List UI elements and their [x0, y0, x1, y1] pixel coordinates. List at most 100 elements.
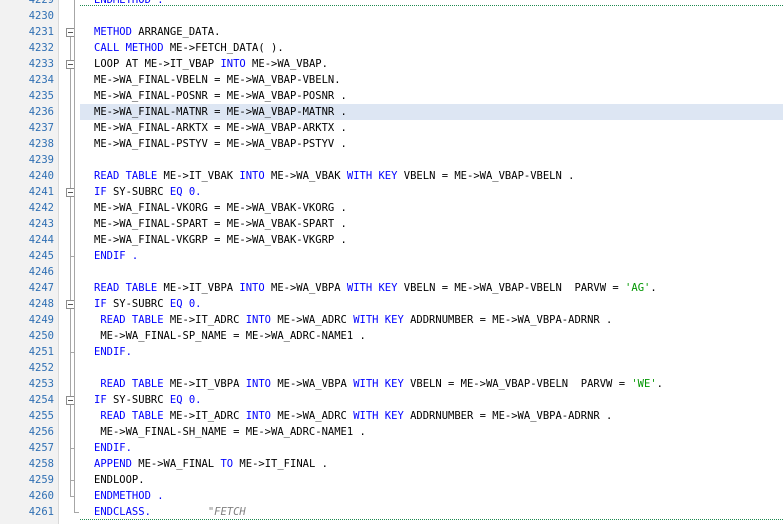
- code-token: ME->IT_VBAP: [144, 58, 221, 70]
- code-line[interactable]: 4251 ENDIF.: [0, 344, 783, 360]
- code-line[interactable]: 4259 ENDLOOP.: [0, 472, 783, 488]
- line-number: 4246: [28, 266, 54, 278]
- line-number: 4244: [28, 234, 54, 246]
- fold-guide-line: [70, 197, 71, 256]
- method-separator: [80, 5, 783, 6]
- line-number: 4229: [28, 0, 54, 6]
- line-number: 4238: [28, 138, 54, 150]
- code-token: ME->WA_FINAL-MATNR = ME->WA_VBAP-MATNR .: [94, 106, 347, 118]
- code-line[interactable]: 4232 CALL METHOD ME->FETCH_DATA( ).: [0, 40, 783, 56]
- code-token: ME->WA_ADRC: [277, 314, 354, 326]
- code-text: ENDMETHOD .: [94, 0, 164, 6]
- code-token: ENDLOOP.: [94, 474, 145, 486]
- line-number: 4235: [28, 90, 54, 102]
- line-number: 4252: [28, 362, 54, 374]
- line-number: 4232: [28, 42, 54, 54]
- code-token: ME->FETCH_DATA( ).: [169, 42, 284, 54]
- code-token: LOOP AT: [94, 58, 145, 70]
- keyword-token: READ TABLE: [94, 410, 170, 422]
- code-text: ME->WA_FINAL-POSNR = ME->WA_VBAP-POSNR .: [94, 88, 347, 104]
- code-line[interactable]: 4250 ME->WA_FINAL-SP_NAME = ME->WA_ADRC-…: [0, 328, 783, 344]
- keyword-token: READ TABLE: [94, 282, 164, 294]
- code-text: ENDCLASS. "FETCH: [94, 504, 246, 520]
- line-number: 4259: [28, 474, 54, 486]
- code-text: IF SY-SUBRC EQ 0.: [94, 392, 201, 408]
- code-token: ME->IT_ADRC: [169, 314, 246, 326]
- code-line[interactable]: 4235 ME->WA_FINAL-POSNR = ME->WA_VBAP-POS…: [0, 88, 783, 104]
- line-number: 4251: [28, 346, 54, 358]
- code-token: ME->IT_VBPA: [169, 378, 246, 390]
- keyword-token: ENDIF .: [94, 250, 139, 262]
- code-line[interactable]: 4254 IF SY-SUBRC EQ 0.: [0, 392, 783, 408]
- comment-token: "FETCH: [207, 506, 246, 518]
- code-token: .: [650, 282, 657, 294]
- code-line[interactable]: 4239: [0, 152, 783, 168]
- code-text: ME->WA_FINAL-ARKTX = ME->WA_VBAP-ARKTX .: [94, 120, 347, 136]
- code-editor[interactable]: 4229 ENDMETHOD . 4230 4231 METHOD ARRANGE_DA…: [0, 0, 783, 524]
- code-line[interactable]: 4238 ME->WA_FINAL-PSTYV = ME->WA_VBAP-PST…: [0, 136, 783, 152]
- keyword-token: EQ 0.: [169, 186, 202, 198]
- code-line[interactable]: 4243 ME->WA_FINAL-SPART = ME->WA_VBAK-SPA…: [0, 216, 783, 232]
- code-line[interactable]: 4245 ENDIF .: [0, 248, 783, 264]
- code-line[interactable]: 4249 READ TABLE ME->IT_ADRC INTO ME->WA_…: [0, 312, 783, 328]
- code-line[interactable]: 4242 ME->WA_FINAL-VKORG = ME->WA_VBAK-VKO…: [0, 200, 783, 216]
- keyword-token: ENDCLASS.: [94, 506, 151, 518]
- keyword-token: WITH KEY: [346, 282, 404, 294]
- code-line[interactable]: 4252: [0, 360, 783, 376]
- code-line[interactable]: 4247 READ TABLE ME->IT_VBPA INTO ME->WA_V…: [0, 280, 783, 296]
- code-text: READ TABLE ME->IT_VBPA INTO ME->WA_VBPA …: [94, 280, 657, 296]
- line-number: 4231: [28, 26, 54, 38]
- code-token: SY-SUBRC: [112, 186, 170, 198]
- code-line[interactable]: 4258 APPEND ME->WA_FINAL TO ME->IT_FINAL …: [0, 456, 783, 472]
- code-text: ENDLOOP.: [94, 472, 145, 488]
- code-line[interactable]: 4231 METHOD ARRANGE_DATA.: [0, 24, 783, 40]
- code-line[interactable]: 4233 LOOP AT ME->IT_VBAP INTO ME->WA_VBAP…: [0, 56, 783, 72]
- line-number: 4257: [28, 442, 54, 454]
- code-line[interactable]: 4241 IF SY-SUBRC EQ 0.: [0, 184, 783, 200]
- code-text: ME->WA_FINAL-SP_NAME = ME->WA_ADRC-NAME1…: [94, 328, 366, 344]
- code-token: VBELN = ME->WA_VBAP-VBELN PARVW =: [403, 282, 626, 294]
- fold-end-marker: [74, 512, 79, 513]
- line-number: 4255: [28, 410, 54, 422]
- code-line[interactable]: 4261 ENDCLASS. "FETCH: [0, 504, 783, 520]
- code-line[interactable]: 4246: [0, 264, 783, 280]
- line-number: 4258: [28, 458, 54, 470]
- code-text: IF SY-SUBRC EQ 0.: [94, 296, 201, 312]
- code-line[interactable]: 4255 READ TABLE ME->IT_ADRC INTO ME->WA_…: [0, 408, 783, 424]
- line-number: 4239: [28, 154, 54, 166]
- code-text: ME->WA_FINAL-VKGRP = ME->WA_VBAK-VKGRP .: [94, 232, 347, 248]
- keyword-token: CALL METHOD: [94, 42, 170, 54]
- keyword-token: TO: [220, 458, 240, 470]
- line-background: [80, 248, 783, 264]
- keyword-token: WITH KEY: [353, 314, 411, 326]
- line-number: 4248: [28, 298, 54, 310]
- code-text: ME->WA_FINAL-SPART = ME->WA_VBAK-SPART .: [94, 216, 347, 232]
- code-line[interactable]: 4244 ME->WA_FINAL-VKGRP = ME->WA_VBAK-VKG…: [0, 232, 783, 248]
- line-number: 4249: [28, 314, 54, 326]
- code-line[interactable]: 4256 ME->WA_FINAL-SH_NAME = ME->WA_ADRC-…: [0, 424, 783, 440]
- keyword-token: APPEND: [94, 458, 139, 470]
- code-line[interactable]: 4240 READ TABLE ME->IT_VBAK INTO ME->WA_V…: [0, 168, 783, 184]
- code-line[interactable]: 4234 ME->WA_FINAL-VBELN = ME->WA_VBAP-VBE…: [0, 72, 783, 88]
- keyword-token: ENDMETHOD .: [94, 490, 164, 502]
- code-line[interactable]: 4248 IF SY-SUBRC EQ 0.: [0, 296, 783, 312]
- code-line[interactable]: 4237 ME->WA_FINAL-ARKTX = ME->WA_VBAP-ARK…: [0, 120, 783, 136]
- keyword-token: INTO: [239, 170, 272, 182]
- current-line[interactable]: 4236 ME->WA_FINAL-MATNR = ME->WA_VBAP-MAT…: [0, 104, 783, 120]
- code-line[interactable]: 4253 READ TABLE ME->IT_VBPA INTO ME->WA_…: [0, 376, 783, 392]
- keyword-token: READ TABLE: [94, 314, 170, 326]
- fold-guide-line: [70, 309, 71, 352]
- line-background: [80, 440, 783, 456]
- keyword-token: WITH KEY: [346, 170, 404, 182]
- fold-guide-line: [70, 405, 71, 448]
- code-line[interactable]: 4257 ENDIF.: [0, 440, 783, 456]
- code-text: ME->WA_FINAL-VKORG = ME->WA_VBAK-VKORG .: [94, 200, 347, 216]
- code-line[interactable]: 4229 ENDMETHOD .: [0, 0, 783, 8]
- code-token: ME->IT_FINAL .: [239, 458, 328, 470]
- class-fold-guide-line: [74, 0, 75, 512]
- code-line[interactable]: 4230: [0, 8, 783, 24]
- code-line[interactable]: 4260 ENDMETHOD .: [0, 488, 783, 504]
- code-token: ME->WA_FINAL: [138, 458, 221, 470]
- code-text: METHOD ARRANGE_DATA.: [94, 24, 220, 40]
